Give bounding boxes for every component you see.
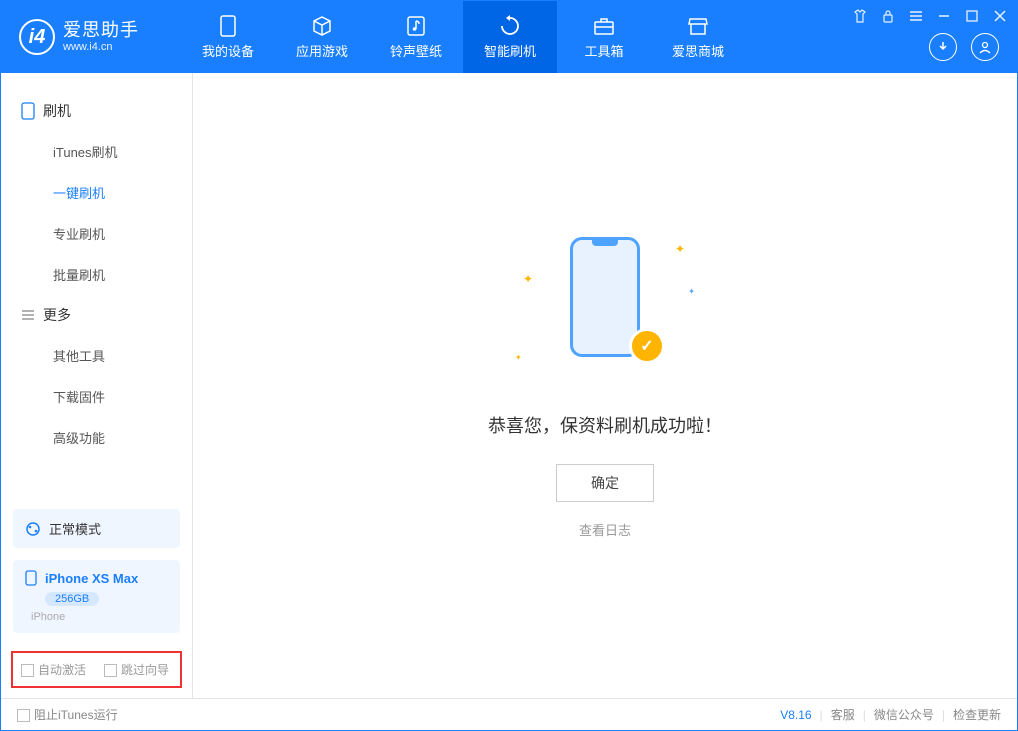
device-mode-card[interactable]: 正常模式 — [13, 509, 180, 548]
success-illustration: ✦ ✦ ✦ ✦ ✓ — [505, 232, 705, 382]
skip-guide-checkbox[interactable]: 跳过向导 — [104, 661, 169, 678]
store-icon — [687, 15, 709, 37]
sidebar-item-pro-flash[interactable]: 专业刷机 — [1, 213, 192, 254]
briefcase-icon — [593, 15, 615, 37]
close-icon[interactable] — [991, 7, 1009, 25]
sidebar-item-itunes-flash[interactable]: iTunes刷机 — [1, 131, 192, 172]
app-subtitle: www.i4.cn — [63, 41, 139, 53]
minimize-icon[interactable] — [935, 7, 953, 25]
main-content: ✦ ✦ ✦ ✦ ✓ 恭喜您，保资料刷机成功啦！ 确定 查看日志 — [193, 73, 1017, 698]
confirm-button[interactable]: 确定 — [556, 464, 654, 502]
status-link-wechat[interactable]: 微信公众号 — [874, 706, 934, 723]
tab-store[interactable]: 爱思商城 — [651, 1, 745, 73]
sparkle-icon: ✦ — [515, 353, 522, 362]
device-storage: 256GB — [45, 592, 99, 606]
device-phone-icon — [25, 570, 37, 586]
sidebar-item-other-tools[interactable]: 其他工具 — [1, 335, 192, 376]
phone-icon — [21, 102, 35, 120]
app-title: 爱思助手 — [63, 21, 139, 41]
sparkle-icon: ✦ — [688, 287, 695, 296]
tab-apps-games[interactable]: 应用游戏 — [275, 1, 369, 73]
lock-icon[interactable] — [879, 7, 897, 25]
cube-icon — [311, 15, 333, 37]
sparkle-icon: ✦ — [523, 272, 533, 286]
sidebar-item-onekey-flash[interactable]: 一键刷机 — [1, 172, 192, 213]
sidebar-section-more: 更多 — [1, 295, 192, 335]
menu-icon[interactable] — [907, 7, 925, 25]
list-icon — [21, 309, 35, 321]
device-card[interactable]: iPhone XS Max 256GB iPhone — [13, 560, 180, 633]
music-icon — [405, 15, 427, 37]
status-bar: 阻止iTunes运行 V8.16 | 客服 | 微信公众号 | 检查更新 — [1, 698, 1017, 730]
status-link-support[interactable]: 客服 — [831, 706, 855, 723]
device-type: iPhone — [31, 611, 168, 623]
auto-activate-checkbox[interactable]: 自动激活 — [21, 661, 86, 678]
window-controls — [851, 7, 1009, 25]
tab-flash[interactable]: 智能刷机 — [463, 1, 557, 73]
check-badge-icon: ✓ — [629, 328, 665, 364]
sparkle-icon: ✦ — [675, 242, 685, 256]
app-header: i4 爱思助手 www.i4.cn 我的设备 应用游戏 铃声壁纸 智能刷机 工具… — [1, 1, 1017, 73]
sidebar-item-batch-flash[interactable]: 批量刷机 — [1, 254, 192, 295]
logo-area: i4 爱思助手 www.i4.cn — [1, 19, 181, 55]
logo-icon: i4 — [19, 19, 55, 55]
mode-icon — [25, 521, 41, 537]
sidebar-item-advanced[interactable]: 高级功能 — [1, 417, 192, 458]
sidebar-item-download-firmware[interactable]: 下载固件 — [1, 376, 192, 417]
refresh-icon — [499, 15, 521, 37]
sidebar: 刷机 iTunes刷机 一键刷机 专业刷机 批量刷机 更多 其他工具 下载固件 … — [1, 73, 193, 698]
shirt-icon[interactable] — [851, 7, 869, 25]
user-button[interactable] — [971, 33, 999, 61]
tab-my-device[interactable]: 我的设备 — [181, 1, 275, 73]
view-log-link[interactable]: 查看日志 — [579, 520, 631, 539]
nav-tabs: 我的设备 应用游戏 铃声壁纸 智能刷机 工具箱 爱思商城 — [181, 1, 745, 73]
maximize-icon[interactable] — [963, 7, 981, 25]
device-name: iPhone XS Max — [45, 571, 138, 586]
flash-options-box: 自动激活 跳过向导 — [11, 651, 182, 688]
success-message: 恭喜您，保资料刷机成功啦！ — [488, 412, 722, 438]
status-link-update[interactable]: 检查更新 — [953, 706, 1001, 723]
device-icon — [217, 15, 239, 37]
download-button[interactable] — [929, 33, 957, 61]
user-controls — [929, 33, 999, 61]
sidebar-section-flash: 刷机 — [1, 91, 192, 131]
block-itunes-checkbox[interactable]: 阻止iTunes运行 — [17, 706, 118, 723]
tab-toolbox[interactable]: 工具箱 — [557, 1, 651, 73]
tab-ringtones[interactable]: 铃声壁纸 — [369, 1, 463, 73]
version-label: V8.16 — [780, 708, 811, 722]
